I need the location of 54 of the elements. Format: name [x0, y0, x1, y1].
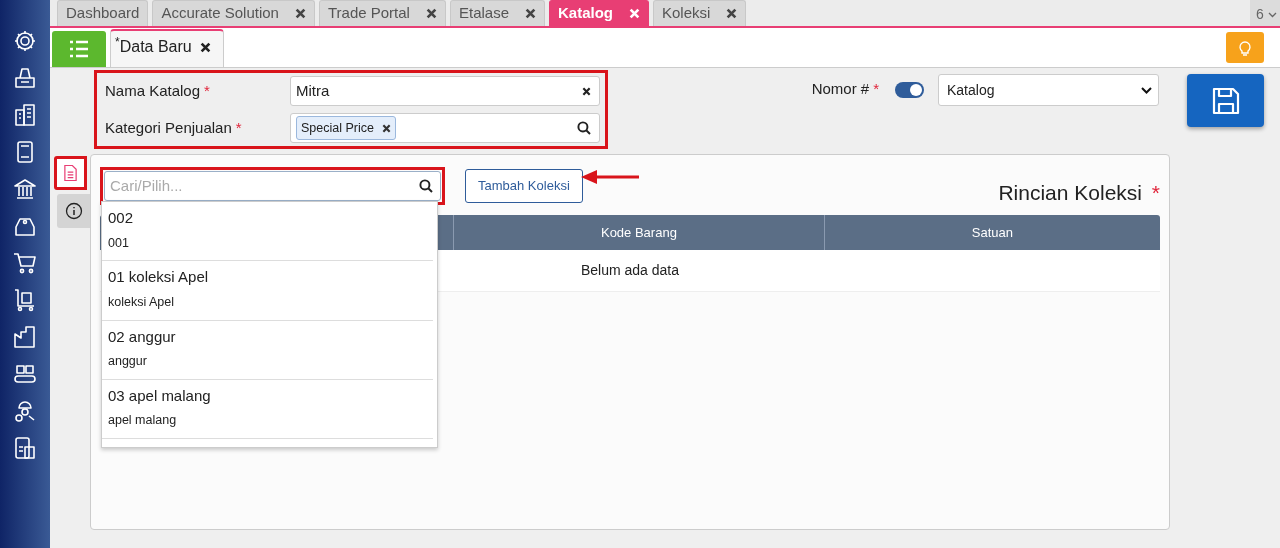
- close-icon[interactable]: [199, 41, 211, 53]
- tag-chip[interactable]: Special Price: [296, 115, 396, 141]
- tax-document-icon[interactable]: [12, 435, 38, 461]
- toggle-switch[interactable]: [895, 82, 924, 98]
- factory-icon[interactable]: [12, 324, 38, 350]
- field-label: Kategori Penjualan *: [105, 117, 243, 138]
- dropdown-item[interactable]: 02 anggur anggur: [102, 320, 433, 380]
- field-label: Nama Katalog *: [105, 80, 211, 101]
- tab[interactable]: Etalase: [449, 0, 545, 26]
- close-icon[interactable]: [726, 8, 738, 19]
- document-tab[interactable]: [54, 156, 87, 190]
- tab[interactable]: Trade Portal: [318, 0, 446, 26]
- item-subtitle: anggur: [108, 353, 148, 370]
- item-subtitle: 001: [108, 234, 130, 252]
- input-field[interactable]: Mitra: [290, 76, 600, 106]
- tab[interactable]: Koleksi: [653, 0, 747, 26]
- document-icon[interactable]: [63, 164, 78, 182]
- item-title: 02 anggur: [108, 326, 177, 347]
- dropdown-item[interactable]: 03 apel malang apel malang: [102, 379, 433, 439]
- building-icon[interactable]: [12, 102, 38, 128]
- tag-input-field[interactable]: Special Price: [290, 113, 600, 143]
- search-field[interactable]: Cari/Pilih...: [104, 170, 441, 201]
- item-subtitle: apel malang: [108, 412, 178, 430]
- document-tab[interactable]: $^{*}$Data Baru: [110, 29, 224, 67]
- info-tab[interactable]: [57, 194, 90, 228]
- search-icon[interactable]: [577, 121, 591, 135]
- tab[interactable]: Accurate Solution: [152, 0, 315, 26]
- search-icon[interactable]: [419, 178, 433, 193]
- bank-icon[interactable]: [12, 176, 38, 202]
- cart-icon[interactable]: [12, 250, 38, 276]
- item-title: 002: [108, 208, 135, 228]
- chevron-down-icon[interactable]: [1141, 86, 1152, 94]
- select-dropdown[interactable]: Katalog: [938, 74, 1159, 106]
- item-subtitle: koleksi Apel: [108, 293, 175, 311]
- gear-icon[interactable]: [12, 28, 38, 54]
- arrow-icon: [581, 169, 641, 185]
- close-icon[interactable]: [294, 8, 306, 19]
- dropdown-item[interactable]: 002 001: [102, 202, 433, 262]
- item-title: 03 apel malang: [108, 385, 212, 406]
- tab[interactable]: Katalog: [549, 0, 649, 26]
- add-collection-button[interactable]: Tambah Koleksi: [465, 169, 583, 203]
- tab[interactable]: Dashboard: [57, 0, 149, 26]
- clear-icon[interactable]: [582, 86, 591, 96]
- item-title: 01 koleksi Apel: [108, 267, 210, 288]
- dropdown-item[interactable]: 01 koleksi Apel koleksi Apel: [102, 261, 433, 321]
- info-icon[interactable]: [64, 202, 83, 220]
- printer-icon[interactable]: [12, 65, 38, 91]
- field-label: Nomor # *: [811, 79, 879, 99]
- save-button[interactable]: [1187, 74, 1264, 127]
- tab-count-dropdown[interactable]: 6: [1250, 0, 1280, 26]
- remove-icon[interactable]: [381, 123, 391, 133]
- section-title: Rincian Koleksi *: [998, 180, 1160, 206]
- close-icon[interactable]: [425, 8, 437, 19]
- close-icon[interactable]: [525, 8, 536, 19]
